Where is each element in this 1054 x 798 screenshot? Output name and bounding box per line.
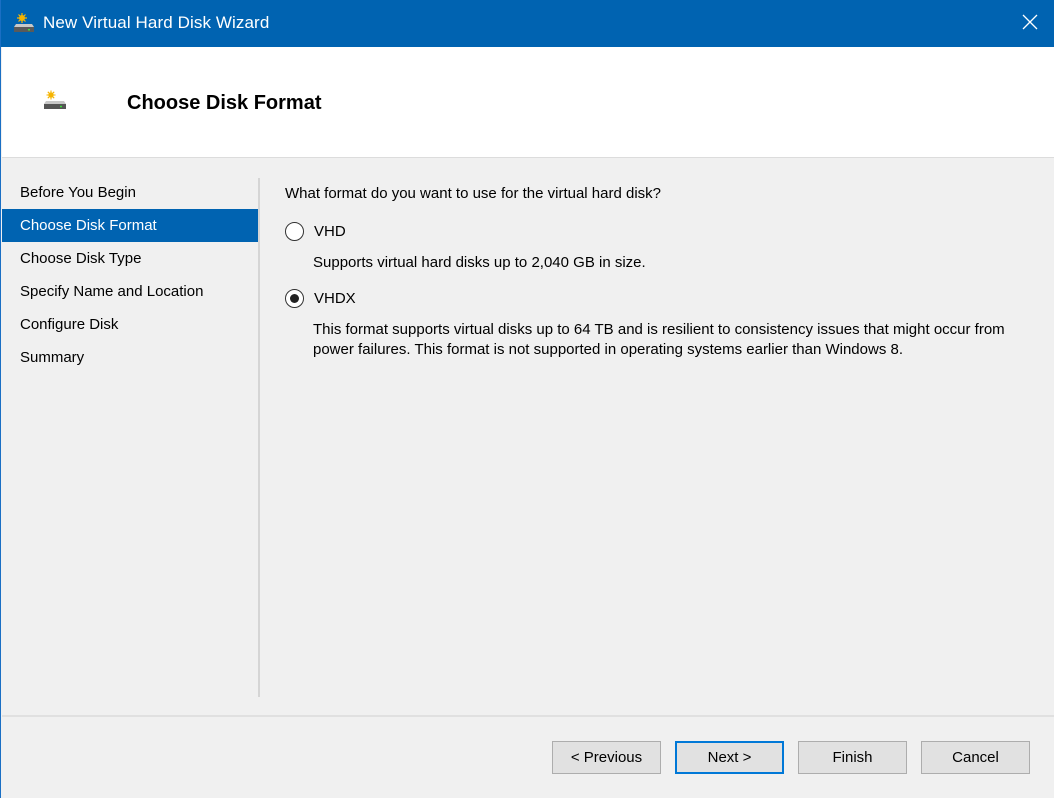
vhdx-description: This format supports virtual disks up to… <box>313 321 1005 358</box>
vhd-label: VHD <box>314 223 346 240</box>
wizard-header: Choose Disk Format <box>2 47 1054 158</box>
nav-item-choose-disk-format[interactable]: Choose Disk Format <box>2 209 258 242</box>
virtual-disk-wizard-icon <box>13 12 35 34</box>
title-bar: New Virtual Hard Disk Wizard <box>1 0 1054 47</box>
nav-item-choose-disk-type[interactable]: Choose Disk Type <box>2 242 258 275</box>
wizard-window: New Virtual Hard Disk Wizard Choose Disk… <box>0 0 1054 798</box>
format-question: What format do you want to use for the v… <box>285 185 662 202</box>
radio-selected-dot <box>290 294 299 303</box>
new-disk-icon <box>44 89 68 111</box>
window-title: New Virtual Hard Disk Wizard <box>43 13 270 32</box>
nav-item-specify-name-and-location[interactable]: Specify Name and Location <box>2 275 258 308</box>
vhd-radio[interactable] <box>285 222 304 241</box>
vhdx-label: VHDX <box>314 290 356 307</box>
next-button[interactable]: Next > <box>675 741 784 774</box>
nav-item-configure-disk[interactable]: Configure Disk <box>2 308 258 341</box>
footer-divider <box>2 715 1054 717</box>
close-button[interactable] <box>1005 0 1054 47</box>
previous-button[interactable]: < Previous <box>552 741 661 774</box>
close-icon <box>1022 14 1038 34</box>
vhdx-option[interactable]: VHDX <box>285 289 356 308</box>
vhd-description: Supports virtual hard disks up to 2,040 … <box>313 254 646 271</box>
nav-item-before-you-begin[interactable]: Before You Begin <box>2 176 258 209</box>
nav-item-summary[interactable]: Summary <box>2 341 258 374</box>
wizard-steps-nav: Before You Begin Choose Disk Format Choo… <box>2 176 258 374</box>
vhdx-radio[interactable] <box>285 289 304 308</box>
vhd-option[interactable]: VHD <box>285 222 346 241</box>
nav-divider <box>258 178 260 697</box>
finish-button[interactable]: Finish <box>798 741 907 774</box>
page-title: Choose Disk Format <box>127 92 322 114</box>
cancel-button[interactable]: Cancel <box>921 741 1030 774</box>
